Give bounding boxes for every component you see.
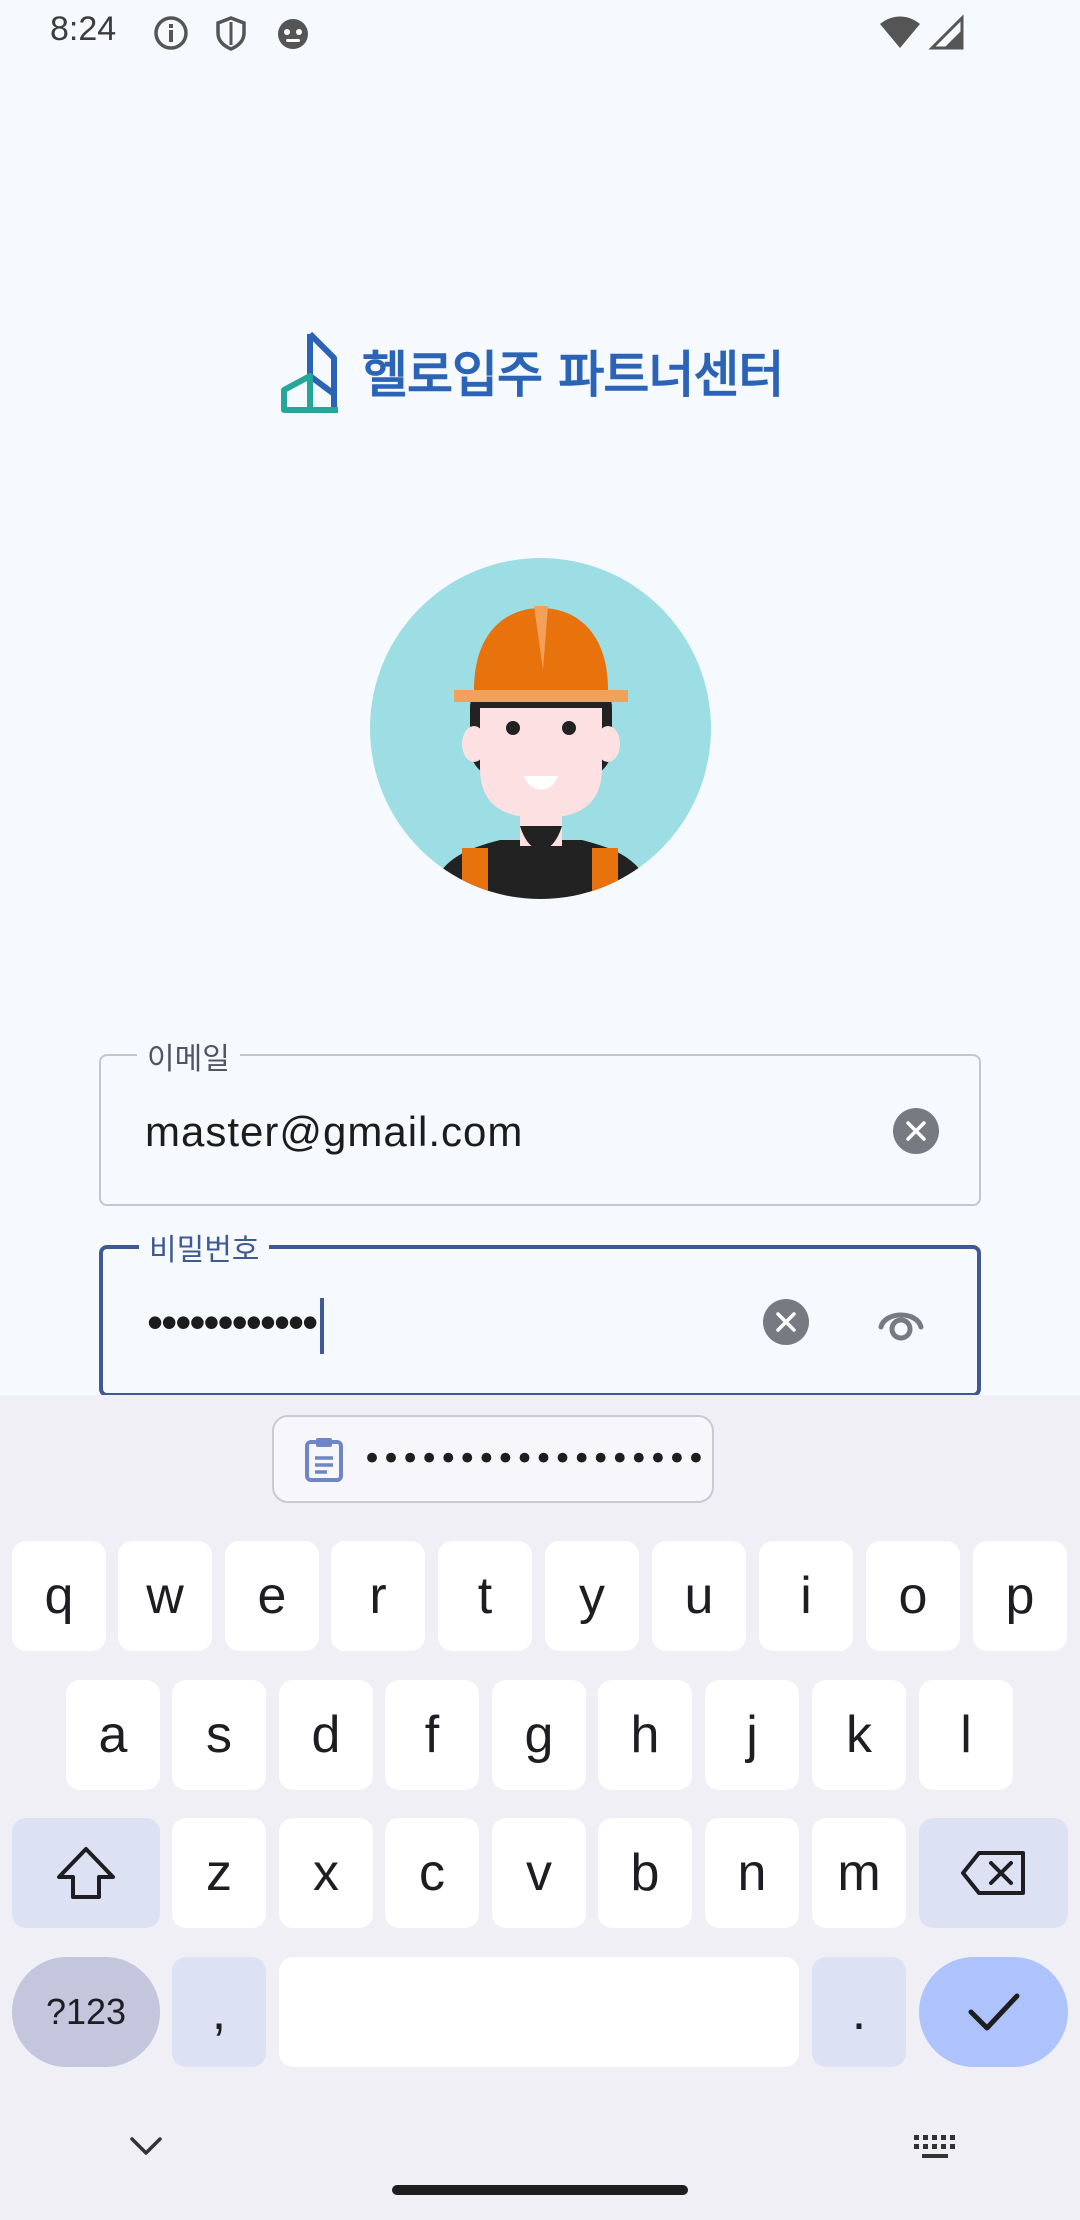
key-r[interactable]: r xyxy=(331,1541,425,1651)
key-t[interactable]: t xyxy=(438,1541,532,1651)
shift-key[interactable] xyxy=(12,1818,160,1928)
password-label: 비밀번호 xyxy=(139,1225,270,1269)
email-clear-button[interactable] xyxy=(893,1108,939,1154)
space-key[interactable] xyxy=(279,1957,799,2067)
brand-header: 헬로입주 파트너센터 xyxy=(280,326,784,416)
key-b[interactable]: b xyxy=(598,1818,692,1928)
signal-icon xyxy=(928,14,964,50)
backspace-key[interactable] xyxy=(919,1818,1068,1928)
comma-key[interactable]: , xyxy=(172,1957,266,2067)
key-m[interactable]: m xyxy=(812,1818,906,1928)
key-u[interactable]: u xyxy=(652,1541,746,1651)
status-bar: 8:24 xyxy=(0,0,1080,66)
chevron-down-icon[interactable] xyxy=(128,2135,164,2159)
key-g[interactable]: g xyxy=(492,1680,586,1790)
close-icon xyxy=(776,1312,796,1332)
backspace-icon xyxy=(960,1851,1025,1895)
key-n[interactable]: n xyxy=(705,1818,799,1928)
text-cursor xyxy=(320,1297,325,1354)
brand-name: 헬로입주 파트너센터 xyxy=(362,346,784,404)
key-l[interactable]: l xyxy=(919,1680,1013,1790)
soft-keyboard: •••••••••••••••••• q w e r t y u i o p a… xyxy=(0,1395,1080,2220)
shield-icon xyxy=(216,16,246,51)
password-clear-button[interactable] xyxy=(763,1299,809,1345)
clipboard-suggestion-text: •••••••••••••••••• xyxy=(362,1439,706,1479)
password-input[interactable]: •••••••••••• xyxy=(147,1295,325,1354)
key-w[interactable]: w xyxy=(118,1541,212,1651)
enter-key[interactable] xyxy=(919,1957,1068,2067)
clipboard-icon xyxy=(305,1438,343,1482)
building-logo-icon xyxy=(281,331,338,413)
key-y[interactable]: y xyxy=(545,1541,639,1651)
key-p[interactable]: p xyxy=(973,1541,1067,1651)
info-icon xyxy=(154,16,188,50)
worker-avatar xyxy=(370,558,711,899)
key-s[interactable]: s xyxy=(172,1680,266,1790)
key-h[interactable]: h xyxy=(598,1680,692,1790)
status-time: 8:24 xyxy=(50,10,117,48)
key-f[interactable]: f xyxy=(385,1680,479,1790)
key-d[interactable]: d xyxy=(279,1680,373,1790)
password-dots: •••••••••••• xyxy=(147,1296,318,1348)
key-i[interactable]: i xyxy=(759,1541,853,1651)
shift-icon xyxy=(57,1847,115,1899)
wifi-icon xyxy=(880,16,920,48)
robot-face-icon xyxy=(278,19,308,49)
close-icon xyxy=(906,1121,926,1141)
period-key[interactable]: . xyxy=(812,1957,906,2067)
keyboard-switch-icon[interactable] xyxy=(912,2133,958,2161)
key-a[interactable]: a xyxy=(66,1680,160,1790)
key-k[interactable]: k xyxy=(812,1680,906,1790)
key-v[interactable]: v xyxy=(492,1818,586,1928)
email-field[interactable]: 이메일 master@gmail.com xyxy=(99,1034,981,1206)
home-indicator[interactable] xyxy=(392,2185,688,2195)
clipboard-suggestion-chip[interactable]: •••••••••••••••••• xyxy=(272,1415,714,1503)
key-e[interactable]: e xyxy=(225,1541,319,1651)
email-input[interactable]: master@gmail.com xyxy=(145,1108,523,1156)
key-j[interactable]: j xyxy=(705,1680,799,1790)
password-field[interactable]: 비밀번호 •••••••••••• xyxy=(99,1225,981,1397)
key-q[interactable]: q xyxy=(12,1541,106,1651)
email-label: 이메일 xyxy=(137,1034,240,1078)
key-z[interactable]: z xyxy=(172,1818,266,1928)
key-c[interactable]: c xyxy=(385,1818,479,1928)
checkmark-icon xyxy=(968,1993,1019,2031)
key-o[interactable]: o xyxy=(866,1541,960,1651)
symbols-key[interactable]: ?123 xyxy=(12,1957,160,2067)
key-x[interactable]: x xyxy=(279,1818,373,1928)
visibility-toggle-icon[interactable] xyxy=(875,1297,927,1349)
